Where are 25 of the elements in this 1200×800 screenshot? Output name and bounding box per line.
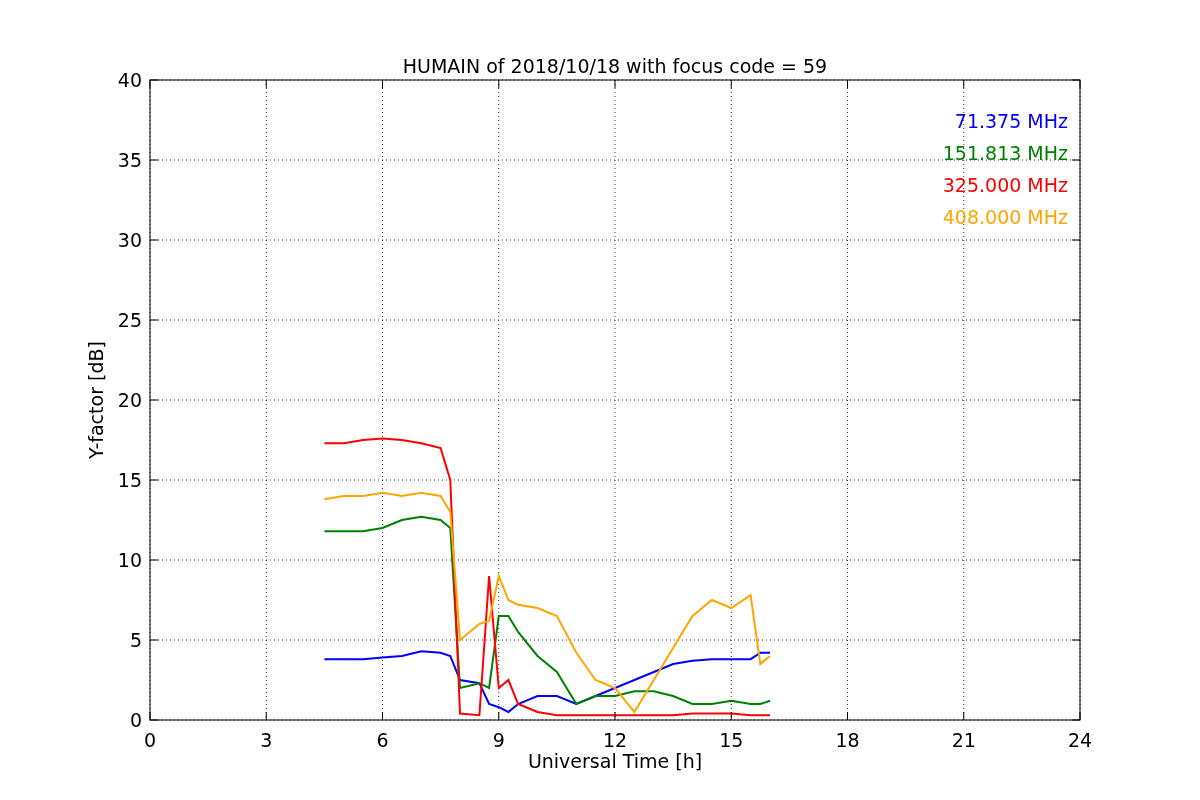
y-tick-label: 30 bbox=[117, 229, 142, 251]
y-tick-label: 25 bbox=[117, 309, 142, 331]
y-tick-label: 5 bbox=[129, 629, 142, 651]
x-tick-label: 12 bbox=[602, 729, 628, 751]
x-tick-label: 24 bbox=[1067, 729, 1093, 751]
legend-label: 71.375 MHz bbox=[954, 110, 1068, 132]
y-tick-label: 35 bbox=[117, 149, 142, 171]
y-tick-label: 20 bbox=[117, 389, 142, 411]
legend-label: 325.000 MHz bbox=[942, 174, 1068, 196]
y-axis-label: Y-factor [dB] bbox=[85, 341, 107, 459]
y-tick-label: 0 bbox=[129, 709, 142, 731]
x-tick-label: 3 bbox=[260, 729, 273, 751]
x-axis-label: Universal Time [h] bbox=[527, 750, 703, 772]
x-tick-label: 9 bbox=[492, 729, 505, 751]
legend-label: 408.000 MHz bbox=[942, 206, 1068, 228]
legend-label: 151.813 MHz bbox=[942, 142, 1068, 164]
y-tick-label: 10 bbox=[117, 549, 142, 571]
x-tick-label: 15 bbox=[719, 729, 744, 751]
x-tick-label: 0 bbox=[143, 729, 157, 751]
y-tick-label: 15 bbox=[117, 469, 142, 491]
x-tick-label: 18 bbox=[835, 729, 860, 751]
x-tick-label: 21 bbox=[951, 729, 976, 751]
chart-title: HUMAIN of 2018/10/18 with focus code = 59 bbox=[402, 55, 828, 77]
x-tick-label: 6 bbox=[376, 729, 389, 751]
y-tick-label: 40 bbox=[117, 69, 142, 91]
